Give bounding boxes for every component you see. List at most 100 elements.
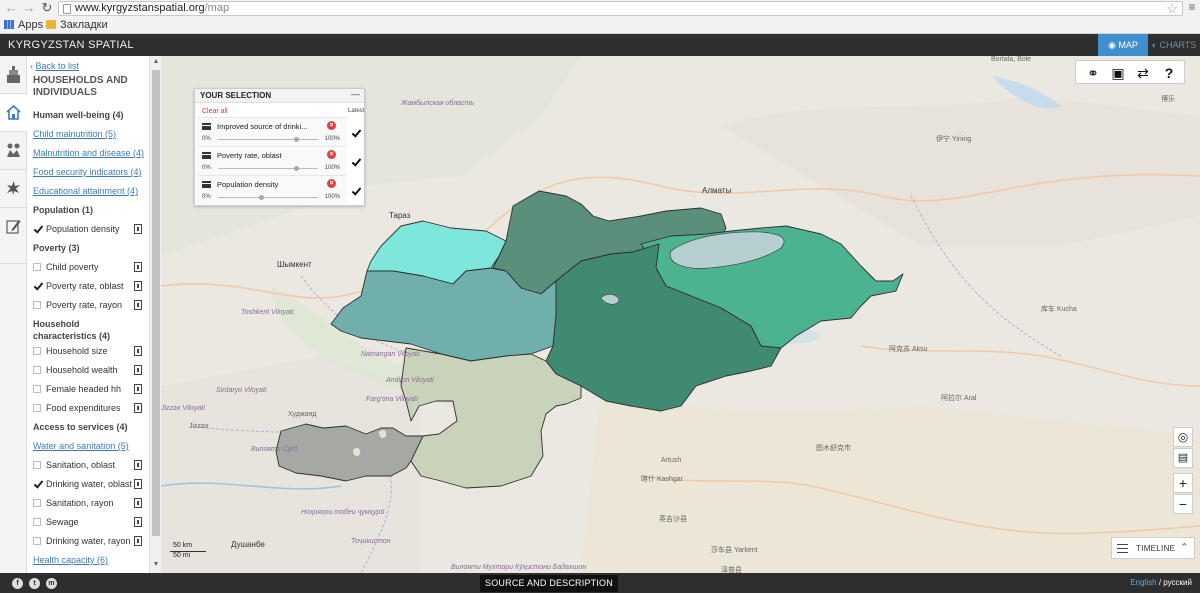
category-link[interactable]: Health capacity (6) bbox=[33, 554, 145, 566]
checkbox[interactable] bbox=[33, 263, 41, 271]
back-arrow-icon[interactable]: ← bbox=[4, 1, 18, 14]
home-icon[interactable] bbox=[0, 94, 27, 132]
slider-knob[interactable] bbox=[294, 137, 299, 142]
scroll-down-icon[interactable]: ▼ bbox=[152, 561, 160, 568]
swap-icon[interactable]: ⇄ bbox=[1134, 65, 1152, 81]
zoom-out-button[interactable]: − bbox=[1173, 494, 1193, 514]
layer-checkbox-row[interactable]: Household size bbox=[33, 345, 145, 357]
checkbox[interactable] bbox=[33, 537, 41, 545]
download-icon[interactable] bbox=[134, 517, 142, 527]
star-icon[interactable]: ☆ bbox=[1166, 1, 1178, 17]
latest-checkmark-icon[interactable] bbox=[351, 128, 361, 138]
download-icon[interactable] bbox=[134, 300, 142, 310]
hazard-icon[interactable] bbox=[0, 170, 27, 208]
timeline-button[interactable]: TIMELINE ⌃ bbox=[1111, 537, 1195, 559]
drag-handle-icon[interactable] bbox=[202, 123, 211, 130]
checkbox[interactable] bbox=[33, 282, 41, 290]
bookmark-folder[interactable]: Закладки bbox=[46, 18, 108, 32]
pencil-icon[interactable] bbox=[0, 208, 27, 264]
drag-handle-icon[interactable] bbox=[202, 152, 211, 159]
category-link[interactable]: Food security indicators (4) bbox=[33, 166, 145, 178]
category-link[interactable]: Educational attainment (4) bbox=[33, 185, 145, 197]
remove-icon[interactable]: × bbox=[327, 179, 336, 188]
clear-all-link[interactable]: Clear all bbox=[202, 108, 228, 115]
range-slider[interactable]: 0% 100% bbox=[202, 165, 340, 173]
layer-checkbox-row[interactable]: Household wealth bbox=[33, 364, 145, 376]
tab-map[interactable]: ◉ MAP bbox=[1098, 34, 1148, 56]
tab-charts[interactable]: ◐ CHARTS bbox=[1148, 34, 1200, 56]
minimize-icon[interactable]: — bbox=[351, 89, 360, 99]
menu-icon[interactable]: ≡ bbox=[1187, 1, 1197, 14]
scrollbar-thumb[interactable] bbox=[152, 70, 160, 536]
latest-checkmark-icon[interactable] bbox=[351, 157, 361, 167]
layer-checkbox-row[interactable]: Sewage bbox=[33, 516, 145, 528]
download-icon[interactable] bbox=[134, 498, 142, 508]
slider-knob[interactable] bbox=[259, 195, 264, 200]
slider-knob[interactable] bbox=[294, 166, 299, 171]
layer-checkbox-row[interactable]: Population density bbox=[33, 223, 145, 235]
layer-checkbox-row[interactable]: Poverty rate, oblast bbox=[33, 280, 145, 292]
facebook-icon[interactable]: f bbox=[12, 578, 23, 589]
forward-arrow-icon[interactable]: → bbox=[22, 1, 36, 14]
link-icon[interactable]: ⚭ bbox=[1084, 65, 1102, 81]
layer-checkbox-row[interactable]: Drinking water, rayon bbox=[33, 535, 145, 547]
slider-track[interactable] bbox=[218, 168, 318, 169]
checkbox[interactable] bbox=[33, 301, 41, 309]
download-icon[interactable] bbox=[134, 281, 142, 291]
hands-icon[interactable] bbox=[0, 132, 27, 170]
twitter-icon[interactable]: t bbox=[29, 578, 40, 589]
reload-icon[interactable]: ↻ bbox=[40, 1, 54, 14]
selection-item[interactable]: Poverty rate, oblast × 0% 100% bbox=[197, 146, 347, 175]
zoom-in-button[interactable]: + bbox=[1173, 473, 1193, 493]
remove-icon[interactable]: × bbox=[327, 121, 336, 130]
download-icon[interactable] bbox=[134, 365, 142, 375]
layer-checkbox-row[interactable]: Sanitation, oblast bbox=[33, 459, 145, 471]
checkbox[interactable] bbox=[33, 480, 41, 488]
range-slider[interactable]: 0% 100% bbox=[202, 194, 340, 202]
layer-checkbox-row[interactable]: Female headed hh bbox=[33, 383, 145, 395]
range-slider[interactable]: 0% 100% bbox=[202, 136, 340, 144]
help-icon[interactable]: ? bbox=[1160, 65, 1178, 81]
layer-checkbox-row[interactable]: Sanitation, rayon bbox=[33, 497, 145, 509]
download-icon[interactable] bbox=[134, 403, 142, 413]
layer-checkbox-row[interactable]: Poverty rate, rayon bbox=[33, 299, 145, 311]
source-and-description-button[interactable]: SOURCE AND DESCRIPTION bbox=[480, 575, 618, 592]
scroll-up-icon[interactable]: ▲ bbox=[152, 58, 160, 65]
download-icon[interactable] bbox=[134, 460, 142, 470]
camera-icon[interactable]: ▣ bbox=[1109, 65, 1127, 81]
download-icon[interactable] bbox=[134, 384, 142, 394]
site-title[interactable]: KYRGYZSTAN SPATIAL bbox=[8, 39, 134, 51]
checkbox[interactable] bbox=[33, 404, 41, 412]
download-icon[interactable] bbox=[134, 536, 142, 546]
checkbox[interactable] bbox=[33, 518, 41, 526]
category-link[interactable]: Malnutrition and disease (4) bbox=[33, 147, 145, 159]
lang-russian[interactable]: русский bbox=[1163, 578, 1192, 587]
download-icon[interactable] bbox=[134, 479, 142, 489]
slider-track[interactable] bbox=[218, 139, 318, 140]
checkbox[interactable] bbox=[33, 225, 41, 233]
drag-handle-icon[interactable] bbox=[202, 181, 211, 188]
category-link[interactable]: Child malnutrition (5) bbox=[33, 128, 145, 140]
remove-icon[interactable]: × bbox=[327, 150, 336, 159]
checkbox[interactable] bbox=[33, 366, 41, 374]
latest-checkmark-icon[interactable] bbox=[351, 186, 361, 196]
layers-icon[interactable]: ▤ bbox=[1173, 448, 1193, 468]
download-icon[interactable] bbox=[134, 262, 142, 272]
sidebar-scrollbar[interactable]: ▲ ▼ bbox=[149, 56, 161, 573]
layer-checkbox-row[interactable]: Child poverty bbox=[33, 261, 145, 273]
address-bar[interactable]: www.kyrgyzstanspatial.org/map ☆ bbox=[58, 1, 1183, 16]
household-icon[interactable] bbox=[0, 56, 27, 94]
checkbox[interactable] bbox=[33, 347, 41, 355]
globe-icon[interactable]: ◎ bbox=[1173, 427, 1193, 447]
download-icon[interactable] bbox=[134, 224, 142, 234]
selection-item[interactable]: Population density × 0% 100% bbox=[197, 175, 347, 204]
mail-icon[interactable]: m bbox=[46, 578, 57, 589]
layer-checkbox-row[interactable]: Food expenditures bbox=[33, 402, 145, 414]
lang-english[interactable]: English bbox=[1130, 578, 1156, 587]
selection-item[interactable]: Improved source of drinki... × 0% 100% bbox=[197, 117, 347, 146]
layer-checkbox-row[interactable]: Drinking water, oblast bbox=[33, 478, 145, 490]
checkbox[interactable] bbox=[33, 385, 41, 393]
checkbox[interactable] bbox=[33, 461, 41, 469]
checkbox[interactable] bbox=[33, 499, 41, 507]
back-to-list-link[interactable]: ‹ Back to list bbox=[30, 61, 79, 71]
